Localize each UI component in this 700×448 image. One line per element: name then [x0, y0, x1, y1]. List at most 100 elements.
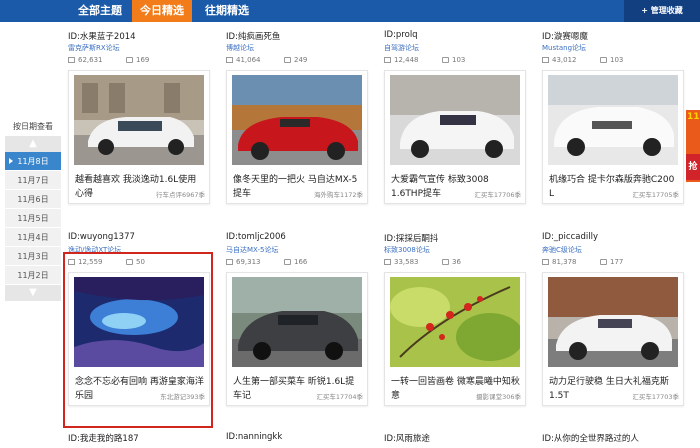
post-stats: 81,378 177 — [542, 258, 623, 268]
replies-icon — [284, 57, 291, 63]
post-stats: 43,012 103 — [542, 56, 623, 66]
date-sidebar: 按日期查看 ▲ 11月8日 11月7日 11月6日 11月5日 11月4日 11… — [5, 118, 61, 301]
replies-icon — [284, 259, 291, 265]
views-icon — [226, 259, 233, 265]
author-id[interactable]: ID:prolq — [384, 30, 418, 40]
reply-count: 103 — [452, 56, 466, 64]
date-item[interactable]: 11月7日 — [5, 171, 61, 190]
author-id[interactable]: ID:纯疯画死鱼 — [226, 30, 280, 42]
author-id[interactable]: ID:採採后酮抖 — [384, 232, 438, 244]
post-card: ID:prolq 自驾游论坛 12,448 103 大爱霸气宣传 标致3008 1… — [384, 30, 526, 204]
post-stats: 41,064 249 — [226, 56, 307, 66]
reply-count: 249 — [294, 56, 308, 64]
author-id[interactable]: ID:nanningkk — [226, 432, 282, 442]
date-item[interactable]: 11月5日 — [5, 209, 61, 228]
post-tile[interactable]: 人生第一部买菜车 昕锐1.6L提车记 汇买车17704季 — [226, 272, 368, 406]
view-count: 33,583 — [394, 258, 419, 266]
date-item[interactable]: 11月6日 — [5, 190, 61, 209]
post-stats: 33,583 36 — [384, 258, 461, 268]
view-count: 69,313 — [236, 258, 261, 266]
replies-icon — [600, 259, 607, 265]
author-id[interactable]: ID:wuyong1377 — [68, 232, 135, 242]
post-thumbnail[interactable] — [232, 277, 362, 367]
views-icon — [542, 57, 549, 63]
post-card: ID:採採后酮抖 标致3008论坛 33,583 36 一转一回皆画卷 微寒晨曦中… — [384, 232, 526, 406]
author-id[interactable]: ID:从你的全世界路过的人 — [542, 432, 639, 444]
post-thumbnail[interactable] — [74, 75, 204, 165]
side-advertisement[interactable]: 11 抢 — [686, 110, 700, 182]
post-card: ID:漩赛嗯魔 Mustang论坛 43,012 103 机缘巧合 提卡尔森版奔驰… — [542, 30, 684, 204]
post-thumbnail[interactable] — [548, 277, 678, 367]
post-tile[interactable]: 动力足行驶稳 生日大礼福克斯1.5T 汇买车17703季 — [542, 272, 684, 406]
tab-past-picks[interactable]: 往期精选 — [192, 0, 262, 22]
view-count: 41,064 — [236, 56, 261, 64]
top-nav-bar: 全部主题 今日精选 往期精选 + 管理收藏 — [0, 0, 700, 22]
sidebar-title: 按日期查看 — [13, 122, 53, 131]
replies-icon — [442, 259, 449, 265]
post-stats: 62,631 169 — [68, 56, 149, 66]
author-id[interactable]: ID:我走我的路187 — [68, 432, 139, 444]
selection-highlight-frame — [63, 252, 213, 428]
replies-icon — [442, 57, 449, 63]
reply-count: 166 — [294, 258, 308, 266]
ad-text: 11 — [687, 112, 700, 122]
replies-icon — [600, 57, 607, 63]
post-card: ID:_piccadilly 奔驰C级论坛 81,378 177 动力足行驶稳 生… — [542, 232, 684, 406]
forum-link[interactable]: 马自达MX-5论坛 — [226, 245, 278, 255]
post-card: ID:纯疯画死鱼 博越论坛 41,064 249 像冬天里的一把火 马自达MX-5… — [226, 30, 368, 204]
date-item[interactable]: 11月8日 — [5, 152, 61, 171]
author-id[interactable]: ID:漩赛嗯魔 — [542, 30, 588, 42]
ad-badge: 抢 — [686, 154, 700, 180]
post-source: 海外购车1172季 — [311, 189, 363, 199]
post-source: 汇买车17703季 — [630, 391, 679, 401]
post-tile[interactable]: 越看越喜欢 我淡逸动1.6L使用心得 行车点评6967季 — [68, 70, 210, 204]
tab-today-picks[interactable]: 今日精选 — [132, 0, 192, 22]
views-icon — [542, 259, 549, 265]
post-card: ID:tomljc2006 马自达MX-5论坛 69,313 166 人生第一部买… — [226, 232, 368, 406]
views-icon — [384, 259, 391, 265]
tab-all-topics[interactable]: 全部主题 — [68, 0, 132, 22]
post-source: 汇买车17705季 — [630, 189, 679, 199]
post-card: ID:水果蓝子2014 雷克萨斯RX论坛 62,631 169 越看越喜欢 我淡逸… — [68, 30, 210, 204]
reply-count: 169 — [136, 56, 150, 64]
post-thumbnail[interactable] — [232, 75, 362, 165]
date-item[interactable]: 11月4日 — [5, 228, 61, 247]
manage-favorites-button[interactable]: + 管理收藏 — [624, 0, 700, 22]
post-tile[interactable]: 一转一回皆画卷 微寒晨曦中知秋意 摄影课堂306季 — [384, 272, 526, 406]
forum-link[interactable]: 奔驰C级论坛 — [542, 245, 582, 255]
post-thumbnail[interactable] — [548, 75, 678, 165]
views-icon — [68, 57, 75, 63]
post-tile[interactable]: 大爱霸气宣传 标致3008 1.6THP提车 汇买车17706季 — [384, 70, 526, 204]
post-source: 汇买车17706季 — [472, 189, 521, 199]
replies-icon — [126, 57, 133, 63]
author-id[interactable]: ID:_piccadilly — [542, 232, 598, 242]
forum-link[interactable]: 标致3008论坛 — [384, 245, 430, 255]
view-count: 12,448 — [394, 56, 419, 64]
forum-link[interactable]: 雷克萨斯RX论坛 — [68, 43, 120, 53]
post-stats: 12,448 103 — [384, 56, 465, 66]
author-id[interactable]: ID:水果蓝子2014 — [68, 30, 136, 42]
reply-count: 103 — [610, 56, 624, 64]
forum-link[interactable]: Mustang论坛 — [542, 43, 586, 53]
post-tile[interactable]: 像冬天里的一把火 马自达MX-5提车 海外购车1172季 — [226, 70, 368, 204]
forum-link[interactable]: 博越论坛 — [226, 43, 254, 53]
author-id[interactable]: ID:风雨旅途 — [384, 432, 430, 444]
view-count: 43,012 — [552, 56, 577, 64]
reply-count: 177 — [610, 258, 624, 266]
scroll-down-arrow-icon[interactable]: ▼ — [5, 285, 61, 301]
forum-link[interactable]: 自驾游论坛 — [384, 43, 419, 53]
post-source: 摄影课堂306季 — [474, 391, 521, 401]
view-count: 81,378 — [552, 258, 577, 266]
post-tile[interactable]: 机缘巧合 提卡尔森版奔驰C200 L 汇买车17705季 — [542, 70, 684, 204]
date-item[interactable]: 11月2日 — [5, 266, 61, 285]
post-source: 汇买车17704季 — [314, 391, 363, 401]
views-icon — [226, 57, 233, 63]
post-source: 行车点评6967季 — [153, 189, 205, 199]
scroll-up-arrow-icon[interactable]: ▲ — [5, 136, 61, 152]
view-count: 62,631 — [78, 56, 103, 64]
author-id[interactable]: ID:tomljc2006 — [226, 232, 286, 242]
post-thumbnail[interactable] — [390, 277, 520, 367]
date-item[interactable]: 11月3日 — [5, 247, 61, 266]
reply-count: 36 — [452, 258, 461, 266]
post-thumbnail[interactable] — [390, 75, 520, 165]
